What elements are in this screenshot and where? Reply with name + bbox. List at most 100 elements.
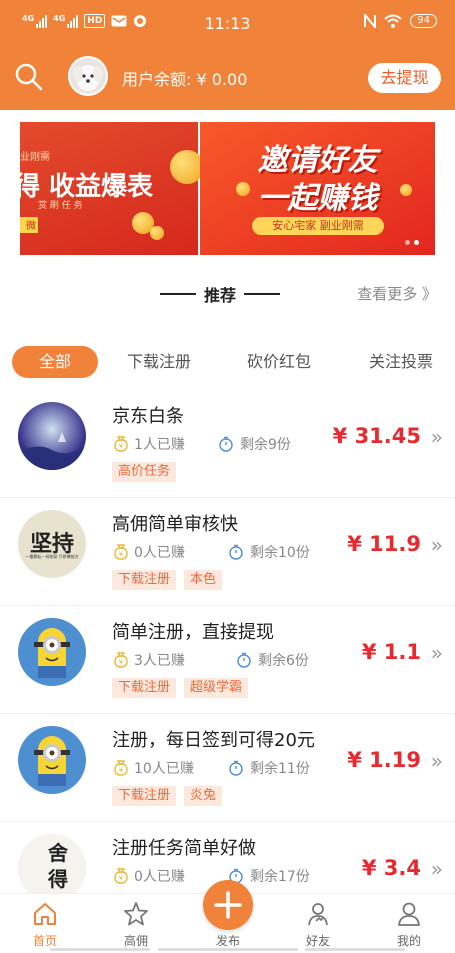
task-tags: 下载注册 超级学霸	[112, 678, 249, 698]
timer-icon	[219, 436, 233, 452]
home-icon	[34, 903, 56, 925]
category-tabs: 全部 下载注册 砍价红包 关注投票	[0, 346, 455, 380]
earned-count: ¥ 1人已赚	[112, 434, 185, 454]
section-title: 推荐	[160, 282, 281, 306]
chevron-right-icon: »	[430, 425, 443, 449]
task-thumbnail: 坚持 一番耕耘一份收获 只拼搏前方	[18, 510, 86, 578]
app-header: 用户余额: ¥ 0.00 去提现	[0, 48, 455, 110]
remaining-count: 剩余9份	[218, 434, 291, 454]
banner-subtext: 赏 刷 任 务	[38, 201, 83, 211]
task-thumbnail	[18, 402, 86, 470]
nav-friends[interactable]: 好友	[288, 900, 348, 949]
task-title: 注册，每日签到可得20元	[112, 730, 315, 751]
money-bag-icon: ¥	[114, 652, 128, 668]
gesture-bar	[305, 948, 405, 951]
task-tags: 高价任务	[112, 462, 177, 482]
tab-download-register[interactable]: 下载注册	[116, 346, 202, 378]
task-price: ¥ 1.1	[361, 640, 421, 664]
avatar[interactable]	[68, 56, 108, 96]
svg-text:¥: ¥	[119, 659, 124, 667]
earned-count: ¥ 3人已赚	[112, 650, 185, 670]
money-bag-icon: ¥	[114, 436, 128, 452]
withdraw-button[interactable]: 去提现	[368, 63, 441, 93]
money-bag-icon: ¥	[114, 544, 128, 560]
task-tag: 本色	[184, 570, 223, 590]
task-tag: 超级学霸	[184, 678, 249, 698]
task-price: ¥ 3.4	[361, 856, 421, 880]
task-tag: 高价任务	[112, 462, 177, 482]
task-title: 简单注册，直接提现	[112, 622, 274, 643]
money-bag-icon: ¥	[114, 760, 128, 776]
timer-icon	[229, 760, 243, 776]
coin-icon	[150, 226, 164, 240]
carousel-indicator	[405, 240, 419, 245]
task-tag: 炎兔	[184, 786, 223, 806]
task-title: 京东白条	[112, 406, 184, 427]
publish-button[interactable]	[203, 880, 253, 930]
tab-follow-vote[interactable]: 关注投票	[358, 346, 444, 378]
banner-slide-invite[interactable]: 邀请好友 一起赚钱 安心宅家 副业刚需	[200, 122, 435, 255]
task-tags: 下载注册 本色	[112, 570, 223, 590]
task-price: ¥ 1.19	[347, 748, 421, 772]
earned-count: ¥ 10人已赚	[112, 758, 194, 778]
plus-icon	[214, 891, 242, 919]
timer-icon	[237, 652, 251, 668]
remaining-count: 剩余11份	[228, 758, 310, 778]
invite-subtitle: 安心宅家 副业刚需	[252, 217, 384, 235]
battery-icon: 94	[410, 14, 437, 28]
minion-icon	[34, 628, 70, 678]
chevron-right-icon: »	[430, 749, 443, 773]
timer-icon	[229, 544, 243, 560]
nav-publish-label[interactable]: 发布	[198, 932, 258, 949]
user-icon	[398, 902, 420, 926]
svg-text:¥: ¥	[119, 443, 124, 451]
earned-count: ¥ 0人已赚	[112, 866, 185, 886]
task-price: ¥ 11.9	[347, 532, 421, 556]
task-thumbnail: 舍得	[18, 834, 86, 902]
promo-banner[interactable]: 业刚需 得 收益爆表 赏 刷 任 务 微 邀请好友 一起赚钱 安心宅家 副业刚需	[20, 122, 435, 255]
see-more-link[interactable]: 查看更多 》	[357, 283, 437, 304]
wifi-icon	[384, 14, 402, 28]
nfc-icon	[364, 14, 377, 28]
remaining-count: 剩余6份	[236, 650, 309, 670]
task-tag: 下载注册	[112, 678, 177, 698]
banner-small-text: 业刚需	[20, 152, 50, 163]
task-thumbnail	[18, 618, 86, 686]
tab-bargain-redpacket[interactable]: 砍价红包	[236, 346, 322, 378]
task-row[interactable]: 简单注册，直接提现 ¥ 3人已赚 剩余6份 下载注册 超级学霸 ¥ 1.1 »	[0, 606, 455, 714]
task-title: 高佣简单审核快	[112, 514, 238, 535]
minion-icon	[34, 736, 70, 786]
task-price: ¥ 31.45	[332, 424, 421, 448]
earned-count: ¥ 0人已赚	[112, 542, 185, 562]
tab-all[interactable]: 全部	[12, 346, 98, 378]
task-tag: 下载注册	[112, 570, 177, 590]
task-thumbnail	[18, 726, 86, 794]
nav-home[interactable]: 首页	[15, 900, 75, 949]
friends-icon	[308, 903, 328, 926]
user-balance: 用户余额: ¥ 0.00	[122, 70, 248, 89]
chevron-right-icon: »	[430, 533, 443, 557]
search-icon[interactable]	[14, 62, 44, 92]
remaining-count: 剩余10份	[228, 542, 310, 562]
nav-mine[interactable]: 我的	[379, 900, 439, 949]
svg-text:¥: ¥	[119, 875, 124, 883]
task-row[interactable]: 注册，每日签到可得20元 ¥ 10人已赚 剩余11份 下载注册 炎兔 ¥ 1.1…	[0, 714, 455, 822]
star-icon	[124, 902, 148, 926]
task-row[interactable]: 京东白条 ¥ 1人已赚 剩余9份 高价任务 ¥ 31.45 »	[0, 390, 455, 498]
gesture-bar	[50, 948, 150, 951]
task-tags: 下载注册 炎兔	[112, 786, 223, 806]
money-bag-icon: ¥	[114, 868, 128, 884]
svg-text:¥: ¥	[119, 767, 124, 775]
coin-icon	[170, 150, 204, 184]
task-row[interactable]: 坚持 一番耕耘一份收获 只拼搏前方 高佣简单审核快 ¥ 0人已赚 剩余10份 下…	[0, 498, 455, 606]
nav-high-commission[interactable]: 高佣	[106, 900, 166, 949]
task-tag: 下载注册	[112, 786, 177, 806]
banner-slide-previous[interactable]: 业刚需 得 收益爆表 赏 刷 任 务 微	[20, 122, 204, 255]
chevron-right-icon: »	[430, 641, 443, 665]
svg-text:¥: ¥	[119, 551, 124, 559]
dog-avatar-icon	[70, 58, 106, 94]
task-title: 注册任务简单好做	[112, 838, 256, 859]
chevron-right-icon: »	[430, 857, 443, 881]
status-bar: 4G 4G HD 11:13 94	[0, 0, 455, 48]
status-right: 94	[364, 14, 437, 28]
